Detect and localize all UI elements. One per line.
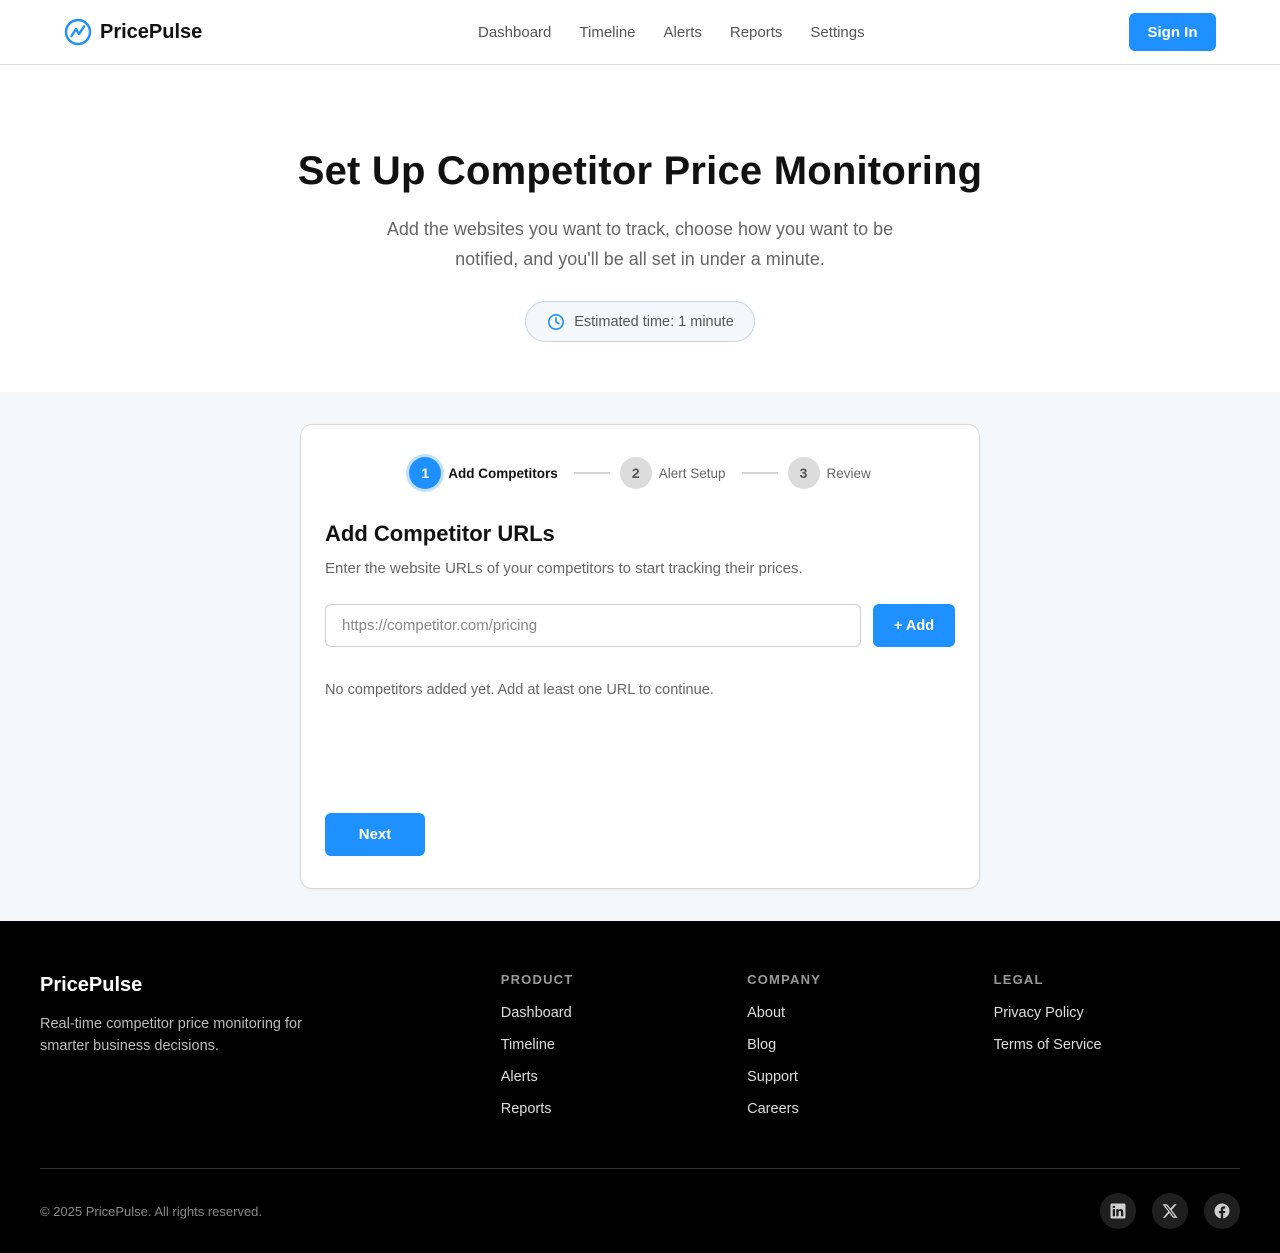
brand-name: PricePulse <box>100 20 203 43</box>
footer-column-product: PRODUCT Dashboard Timeline Alerts Report… <box>501 972 747 1168</box>
add-url-button[interactable]: + Add <box>873 604 955 647</box>
footer-brand: PricePulse Real-time competitor price mo… <box>40 972 501 1168</box>
card-description: Enter the website URLs of your competito… <box>325 560 803 577</box>
footer-link-about[interactable]: About <box>747 1005 993 1037</box>
footer-link-alerts[interactable]: Alerts <box>501 1069 747 1101</box>
nav-timeline[interactable]: Timeline <box>579 24 635 41</box>
step-number: 2 <box>619 457 652 489</box>
nav-alerts[interactable]: Alerts <box>664 24 702 41</box>
competitor-url-input[interactable] <box>325 604 861 647</box>
facebook-icon <box>1214 1203 1230 1219</box>
footer-brand-name: PricePulse <box>40 974 143 996</box>
footer-link-careers[interactable]: Careers <box>747 1101 993 1133</box>
pulse-logo-icon <box>64 18 92 46</box>
main-nav: Dashboard Timeline Alerts Reports Settin… <box>478 0 865 64</box>
footer-link-timeline[interactable]: Timeline <box>501 1037 747 1069</box>
step-connector <box>741 472 778 474</box>
footer-link-privacy[interactable]: Privacy Policy <box>994 1005 1240 1037</box>
setup-card: 1 Add Competitors 2 Alert Setup 3 Review… <box>300 424 980 889</box>
step-number: 3 <box>787 457 820 489</box>
footer-link-support[interactable]: Support <box>747 1069 993 1101</box>
estimated-time-label: Estimated time: 1 minute <box>574 313 734 330</box>
card-title: Add Competitor URLs <box>325 521 555 546</box>
step-label: Alert Setup <box>658 465 726 481</box>
facebook-link[interactable] <box>1204 1193 1240 1229</box>
step-review[interactable]: 3 Review <box>787 457 871 489</box>
footer-description: Real-time competitor price monitoring fo… <box>40 1016 302 1054</box>
nav-reports[interactable]: Reports <box>730 24 783 41</box>
footer-column-heading: LEGAL <box>993 972 1044 987</box>
site-header: PricePulse Dashboard Timeline Alerts Rep… <box>0 0 1280 65</box>
step-alert-setup[interactable]: 2 Alert Setup <box>619 457 726 489</box>
linkedin-icon <box>1110 1203 1126 1219</box>
step-connector <box>573 472 610 474</box>
footer-column-legal: LEGAL Privacy Policy Terms of Service <box>994 972 1240 1168</box>
url-input-row: + Add <box>325 604 955 647</box>
brand[interactable]: PricePulse <box>64 18 202 46</box>
nav-dashboard[interactable]: Dashboard <box>478 24 551 41</box>
footer-link-reports[interactable]: Reports <box>501 1101 747 1133</box>
empty-state-message: No competitors added yet. Add at least o… <box>325 682 714 698</box>
step-label: Add Competitors <box>448 465 558 481</box>
step-label: Review <box>826 465 871 481</box>
nav-settings[interactable]: Settings <box>810 24 864 41</box>
x-link[interactable] <box>1152 1193 1188 1229</box>
footer-column-company: COMPANY About Blog Support Careers <box>747 972 993 1168</box>
hero: Set Up Competitor Price Monitoring Add t… <box>0 65 1280 392</box>
sign-in-button[interactable]: Sign In <box>1129 13 1216 51</box>
footer-column-heading: PRODUCT <box>500 972 574 987</box>
clock-icon <box>548 313 565 330</box>
footer-link-blog[interactable]: Blog <box>747 1037 993 1069</box>
next-button[interactable]: Next <box>325 813 425 856</box>
footer-column-heading: COMPANY <box>747 972 822 987</box>
site-footer: PricePulse Real-time competitor price mo… <box>0 921 1280 1253</box>
page-subtitle: Add the websites you want to track, choo… <box>386 219 894 269</box>
footer-divider <box>40 1168 1240 1169</box>
stepper: 1 Add Competitors 2 Alert Setup 3 Review <box>325 457 955 489</box>
footer-columns: PricePulse Real-time competitor price mo… <box>40 972 1240 1168</box>
estimated-time-badge: Estimated time: 1 minute <box>525 301 755 342</box>
x-icon <box>1162 1204 1178 1218</box>
page-title: Set Up Competitor Price Monitoring <box>297 149 983 193</box>
step-number: 1 <box>409 457 442 489</box>
copyright: © 2025 PricePulse. All rights reserved. <box>40 1204 263 1219</box>
linkedin-link[interactable] <box>1100 1193 1136 1229</box>
social-links <box>1100 1193 1240 1229</box>
footer-link-dashboard[interactable]: Dashboard <box>501 1005 747 1037</box>
setup-section: 1 Add Competitors 2 Alert Setup 3 Review… <box>0 392 1280 921</box>
step-add-competitors[interactable]: 1 Add Competitors <box>409 457 558 489</box>
footer-link-terms[interactable]: Terms of Service <box>994 1037 1240 1069</box>
